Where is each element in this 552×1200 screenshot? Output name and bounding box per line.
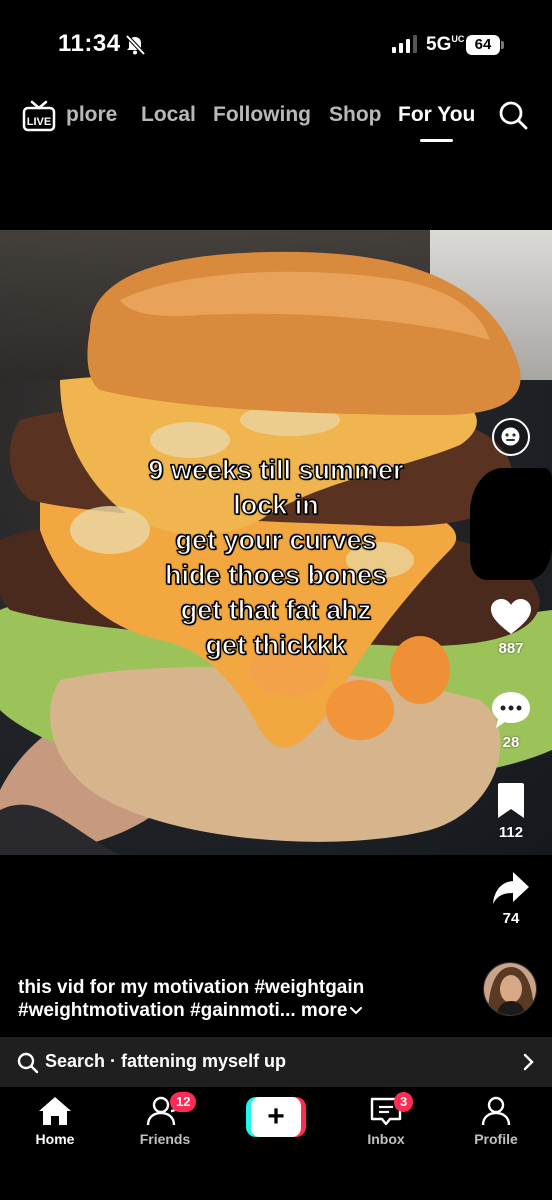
signal-icon <box>392 35 417 53</box>
battery-level: 64 <box>466 35 500 55</box>
nav-inbox-label: Inbox <box>367 1131 405 1147</box>
like-action[interactable]: 887 <box>475 598 547 657</box>
inbox-badge: 3 <box>394 1092 414 1112</box>
bottom-nav: Home Friends 12 + Inbox 3 Profile <box>0 1087 552 1200</box>
profile-icon <box>481 1096 511 1126</box>
share-arrow-icon <box>493 872 529 904</box>
nav-friends-label: Friends <box>139 1131 191 1147</box>
tab-local[interactable]: Local <box>141 103 196 127</box>
search-icon[interactable] <box>498 100 528 130</box>
related-search-text: Search · fattening myself up <box>45 1051 287 1071</box>
nav-home-label: Home <box>35 1131 75 1147</box>
create-button[interactable]: + <box>246 1097 306 1137</box>
tab-shop[interactable]: Shop <box>329 103 382 127</box>
like-count: 887 <box>498 640 524 657</box>
bell-muted-icon <box>125 34 146 56</box>
status-time: 11:34 <box>58 30 121 57</box>
status-bar: 11:34 5GUC 64 <box>0 0 552 90</box>
save-count: 112 <box>498 824 524 841</box>
tab-for-you[interactable]: For You <box>398 103 475 127</box>
heart-icon <box>491 599 531 634</box>
chevron-down-icon <box>350 1007 363 1015</box>
save-action[interactable]: 112 <box>475 782 547 841</box>
nav-inbox[interactable]: Inbox 3 <box>341 1092 431 1147</box>
search-icon <box>17 1052 39 1074</box>
network-indicator: 5GUC <box>426 34 465 55</box>
bookmark-icon <box>498 783 524 818</box>
friends-badge: 12 <box>170 1092 197 1112</box>
comment-icon <box>492 692 530 728</box>
battery-icon: 64 <box>466 35 504 55</box>
avatar[interactable] <box>483 962 537 1016</box>
sticker-icon[interactable] <box>492 418 530 456</box>
caption-line: get that fat ahz <box>180 594 372 625</box>
caption-line: hide thoes bones <box>164 559 388 590</box>
live-icon[interactable]: LIVE <box>22 100 56 132</box>
nav-home[interactable]: Home <box>10 1095 100 1147</box>
video-description[interactable]: this vid for my motivation #weightgain #… <box>18 976 448 1022</box>
active-tab-indicator <box>420 139 453 142</box>
description-line: #weightmotivation #gainmoti... more <box>18 999 448 1022</box>
plus-icon: + <box>251 1097 301 1137</box>
home-icon <box>39 1097 71 1125</box>
share-count: 74 <box>502 910 520 927</box>
share-action[interactable]: 74 <box>475 870 547 927</box>
chevron-right-icon <box>523 1053 534 1071</box>
related-search-bar[interactable]: Search · fattening myself up <box>0 1037 552 1087</box>
caption-line: get thickkk <box>205 629 347 660</box>
comment-count: 28 <box>502 734 520 751</box>
top-nav: LIVE plore Local Following Shop For You <box>0 95 552 145</box>
more-link[interactable]: more <box>301 1000 347 1021</box>
redacted-profile-area <box>470 468 552 580</box>
svg-text:LIVE: LIVE <box>27 116 51 128</box>
nav-profile[interactable]: Profile <box>451 1095 541 1147</box>
tab-explore[interactable]: plore <box>66 103 117 127</box>
description-line: this vid for my motivation #weightgain <box>18 977 365 998</box>
tab-following[interactable]: Following <box>213 103 311 127</box>
comment-action[interactable]: 28 <box>475 690 547 751</box>
caption-line: 9 weeks till summer <box>148 454 404 485</box>
nav-profile-label: Profile <box>474 1131 518 1147</box>
nav-friends[interactable]: Friends 12 <box>120 1092 210 1147</box>
